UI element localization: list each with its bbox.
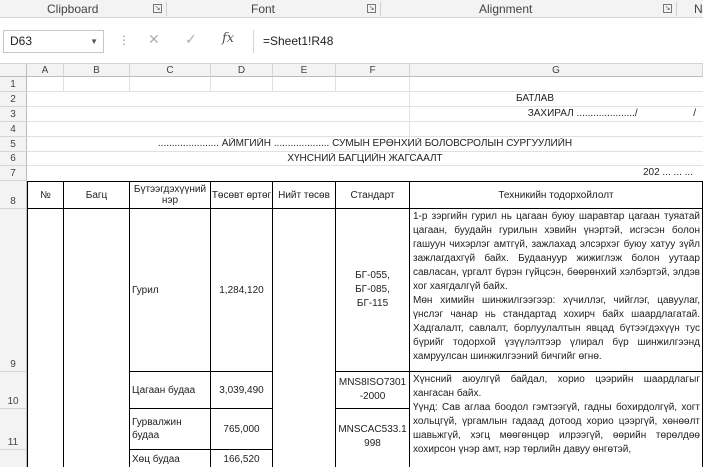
budget-price-cell[interactable]: 3,039,490: [211, 372, 273, 409]
select-all-corner[interactable]: [0, 64, 27, 77]
alignment-dialog-launcher-icon[interactable]: ↘: [663, 4, 672, 13]
row-header-2[interactable]: 2: [0, 92, 27, 107]
column-header-a[interactable]: A: [27, 64, 64, 77]
row-header-1[interactable]: 1: [0, 77, 27, 92]
column-header-e[interactable]: E: [273, 64, 336, 77]
row-header-11[interactable]: 11: [0, 409, 27, 450]
budget-price-cell[interactable]: 1,284,120: [211, 209, 273, 372]
cancel-icon[interactable]: ✕: [148, 31, 160, 48]
ribbon-group-bar: Clipboard ↘ Font ↘ Alignment ↘ N: [0, 0, 703, 18]
header-number: №: [27, 181, 64, 209]
school-title: ...................... АЙМГИЙН .........…: [157, 138, 573, 149]
standard-cell[interactable]: MNSCAC533.1998: [336, 409, 410, 467]
enter-icon[interactable]: ✓: [185, 31, 197, 48]
row-header-3[interactable]: 3: [0, 107, 27, 122]
header-package: Багц: [64, 181, 130, 209]
header-total-budget: Нийт төсөв: [273, 181, 336, 209]
product-name-cell[interactable]: Цагаан будаа: [130, 372, 211, 409]
row-header-9[interactable]: 9: [0, 209, 27, 372]
ribbon-group-number-label: N: [694, 2, 703, 16]
standard-cell[interactable]: MNS8ISO7301-2000: [336, 372, 410, 409]
product-name-cell[interactable]: Гурвалжин будаа: [130, 409, 211, 450]
column-header-f[interactable]: F: [336, 64, 410, 77]
header-standard: Стандарт: [336, 181, 410, 209]
row-header-10[interactable]: 10: [0, 372, 27, 409]
number-cell[interactable]: [27, 209, 64, 467]
tech-spec-cell[interactable]: Хүнсний аюулгүй байдал, хорио цээрийн ша…: [410, 372, 703, 467]
formula-input[interactable]: =Sheet1!R48: [253, 30, 703, 53]
column-header-d[interactable]: D: [211, 64, 273, 77]
header-budget-price: Төсөвт өртөг: [211, 181, 273, 209]
budget-price-cell[interactable]: 166,520: [211, 450, 273, 467]
name-box[interactable]: D63 ▼: [3, 30, 104, 53]
row-header-7[interactable]: 7: [0, 166, 27, 181]
budget-price-cell[interactable]: 765,000: [211, 409, 273, 450]
package-cell[interactable]: [64, 209, 130, 467]
product-name-cell[interactable]: Гурил: [130, 209, 211, 372]
ribbon-group-font-label: Font: [251, 2, 276, 16]
standard-cell[interactable]: БГ-055, БГ-085, БГ-115: [336, 209, 410, 372]
product-name-cell[interactable]: Хөц будаа: [130, 450, 211, 467]
ribbon-group-clipboard-label: Clipboard: [47, 2, 99, 16]
header-product-name: Бүтээгдэхүүний нэр: [130, 181, 211, 209]
header-tech-spec: Техникийн тодорхойлолт: [410, 181, 703, 209]
row-header-4[interactable]: 4: [0, 122, 27, 137]
director-signature-line: ЗАХИРАЛ ...................../ /: [527, 108, 696, 119]
formula-bar: D63 ▼ ⋮ ✕ ✓ fx =Sheet1!R48: [0, 18, 703, 64]
insert-function-icon[interactable]: fx: [222, 31, 234, 46]
column-header-c[interactable]: C: [130, 64, 211, 77]
column-header-b[interactable]: B: [64, 64, 130, 77]
ribbon-group-alignment-label: Alignment: [479, 2, 533, 16]
row-header-5[interactable]: 5: [0, 137, 27, 152]
worksheet-grid[interactable]: A B C D E F G 1 2 3 4 5 6 7 8 9 10 11 БА…: [0, 64, 703, 467]
more-dots-icon: ⋮: [118, 33, 130, 47]
row-header-12[interactable]: [0, 450, 27, 467]
chevron-down-icon[interactable]: ▼: [90, 31, 98, 52]
font-dialog-launcher-icon[interactable]: ↘: [367, 4, 376, 13]
name-box-value: D63: [10, 34, 33, 48]
row-header-6[interactable]: 6: [0, 152, 27, 166]
clipboard-dialog-launcher-icon[interactable]: ↘: [153, 4, 162, 13]
date-field: 202 ... ... ...: [642, 167, 693, 178]
list-title: ХҮНСНИЙ БАГЦИЙН ЖАГСААЛТ: [287, 153, 443, 164]
total-budget-cell[interactable]: [273, 209, 336, 467]
tech-spec-cell[interactable]: 1-р зэргийн гурил нь цагаан буюу шаравта…: [410, 209, 703, 372]
row-header-8[interactable]: 8: [0, 181, 27, 209]
column-header-g[interactable]: G: [410, 64, 703, 77]
approve-label: БАТЛАВ: [515, 93, 555, 104]
